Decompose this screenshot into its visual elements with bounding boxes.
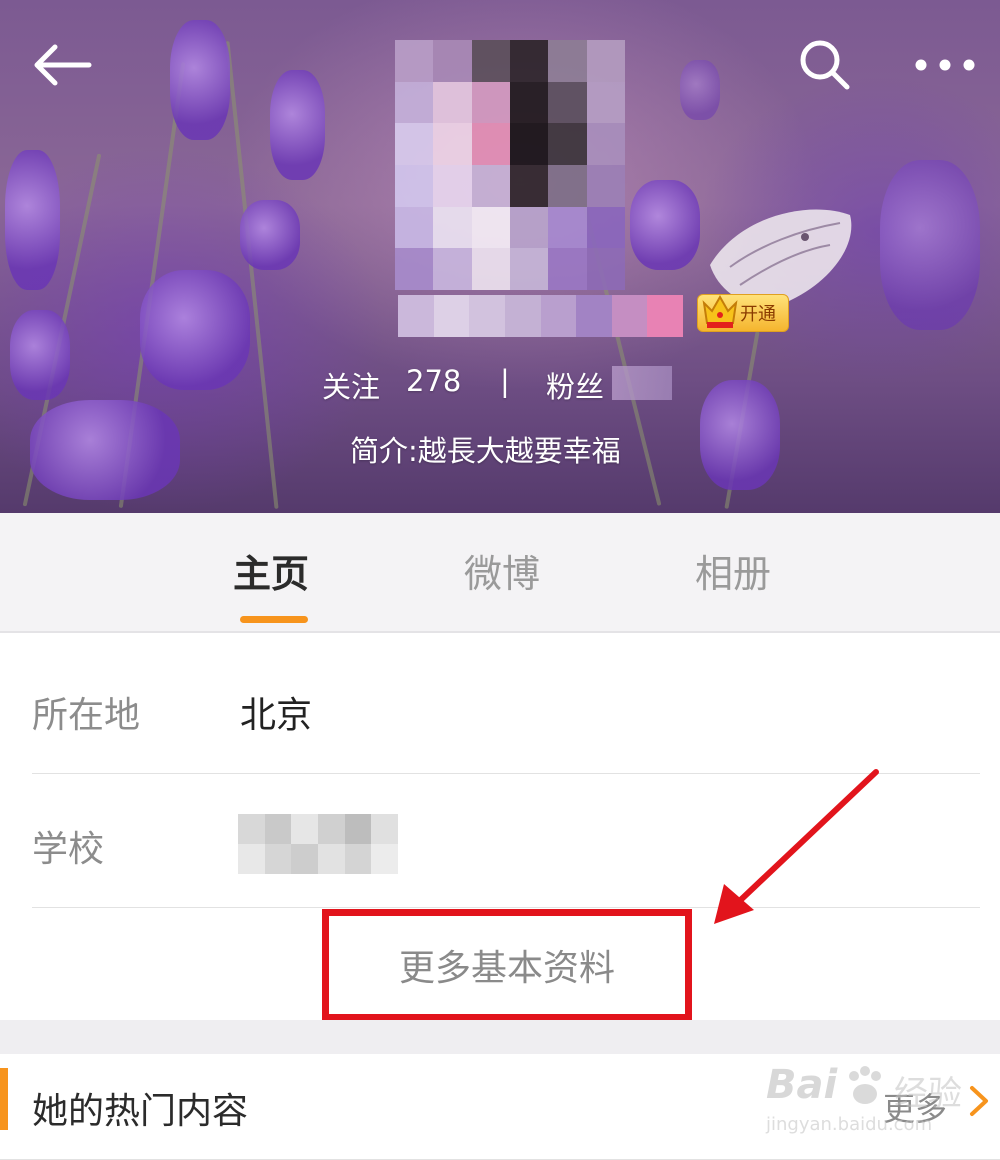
profile-cover: 开通 关注 278 | 粉丝 简介:越長大越要幸福 — [0, 0, 1000, 513]
search-icon — [800, 40, 850, 90]
back-button[interactable] — [22, 30, 102, 100]
more-basic-info-label: 更多基本资料 — [398, 948, 615, 989]
cover-decoration — [630, 180, 700, 270]
tab-album[interactable]: 相册 — [695, 543, 771, 598]
vip-open-badge[interactable]: 开通 — [697, 294, 789, 332]
nickname — [398, 295, 683, 337]
cover-decoration — [270, 70, 325, 180]
cover-decoration — [170, 20, 230, 140]
crown-icon — [702, 294, 738, 328]
paw-icon — [849, 1066, 881, 1104]
cover-decoration — [680, 60, 720, 120]
school-label: 学校 — [32, 829, 105, 870]
cover-decoration — [10, 310, 70, 400]
more-horizontal-icon — [915, 59, 975, 71]
watermark-url: jingyan.baidu.com — [766, 1114, 933, 1135]
location-label: 所在地 — [32, 695, 141, 736]
avatar[interactable] — [395, 40, 625, 290]
search-button[interactable] — [785, 30, 865, 100]
section-divider — [0, 1020, 1000, 1054]
profile-tabs: 主页 微博 相册 — [0, 513, 1000, 633]
fans-count-pixelated — [612, 366, 672, 400]
watermark-brand: Bai — [766, 1062, 838, 1108]
cover-decoration — [30, 400, 180, 500]
section-accent-bar — [0, 1068, 8, 1130]
location-value: 北京 — [240, 695, 313, 736]
more-basic-info-button[interactable]: 更多基本资料 — [322, 909, 692, 1021]
cover-decoration — [880, 160, 980, 330]
watermark-cn: 经验 — [894, 1074, 962, 1114]
cover-decoration — [700, 380, 780, 490]
hot-content-title: 她的热门内容 — [32, 1091, 249, 1132]
cover-decoration — [5, 150, 60, 290]
active-tab-indicator — [240, 616, 308, 623]
follow-count[interactable]: 278 — [406, 364, 461, 398]
info-row-location: 所在地 北京 — [32, 640, 980, 774]
baidu-jingyan-watermark: Bai 经验 jingyan.baidu.com — [766, 1062, 996, 1142]
more-button[interactable] — [905, 30, 985, 100]
tab-home[interactable]: 主页 — [233, 543, 309, 598]
follow-label[interactable]: 关注 — [322, 364, 380, 406]
cover-decoration — [240, 200, 300, 270]
fans-label[interactable]: 粉丝 — [546, 364, 604, 406]
school-value-pixelated — [238, 814, 398, 874]
profile-bio: 简介:越長大越要幸福 — [350, 434, 621, 468]
tab-weibo[interactable]: 微博 — [464, 543, 540, 598]
info-row-school: 学校 — [32, 774, 980, 908]
arrow-left-icon — [34, 44, 92, 86]
stats-separator: | — [500, 364, 510, 398]
vip-badge-label: 开通 — [740, 304, 776, 325]
cover-decoration — [140, 270, 250, 390]
